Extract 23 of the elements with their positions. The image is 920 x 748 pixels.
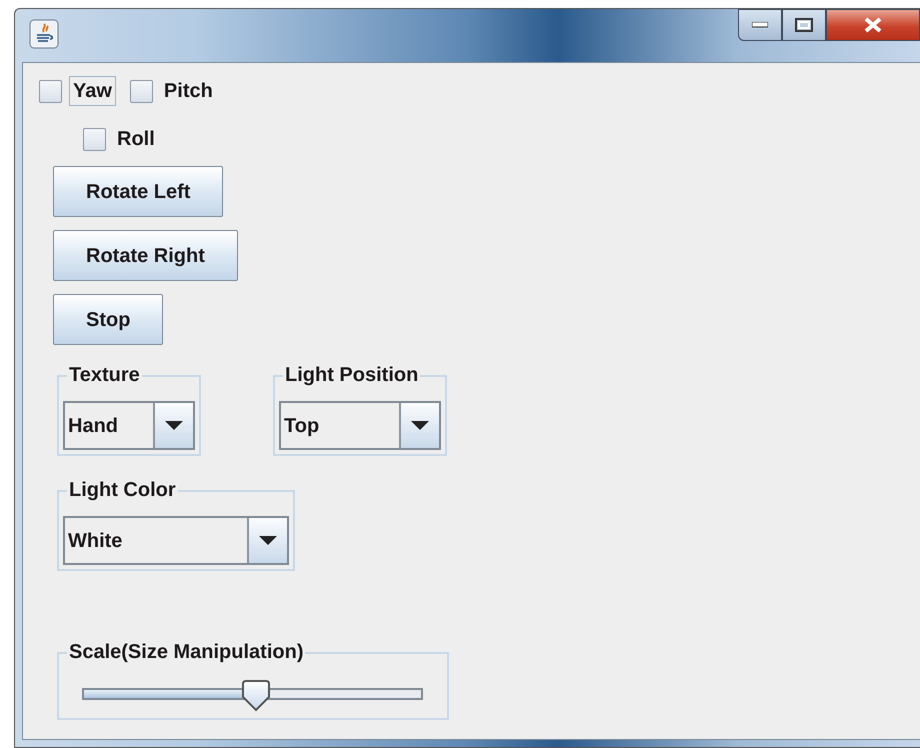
checkbox[interactable] [83,128,106,150]
close-button[interactable] [826,9,920,41]
checkbox-label[interactable]: Roll [113,124,159,154]
dropdown[interactable]: Top [279,401,441,450]
close-icon [863,17,883,33]
maximize-button[interactable] [782,9,826,41]
minimize-icon [752,22,768,28]
push-button[interactable]: Rotate Right [53,230,238,281]
push-button[interactable]: Stop [53,294,164,345]
app-icon [29,19,59,49]
checkbox-label[interactable]: Pitch [160,76,217,106]
checkbox-label[interactable]: Yaw [69,76,116,106]
dropdown-arrow-icon [411,420,429,430]
checkbox[interactable] [130,80,153,102]
maximize-icon [795,18,813,32]
minimize-button[interactable] [738,9,782,41]
dropdown[interactable]: White [63,516,289,565]
slider-thumb[interactable] [240,680,271,712]
dropdown-arrow-icon [259,536,277,546]
push-button[interactable]: Rotate Left [53,166,224,217]
checkbox[interactable] [39,80,62,102]
dropdown[interactable]: Hand [63,401,195,450]
dropdown-arrow-icon [165,420,183,430]
